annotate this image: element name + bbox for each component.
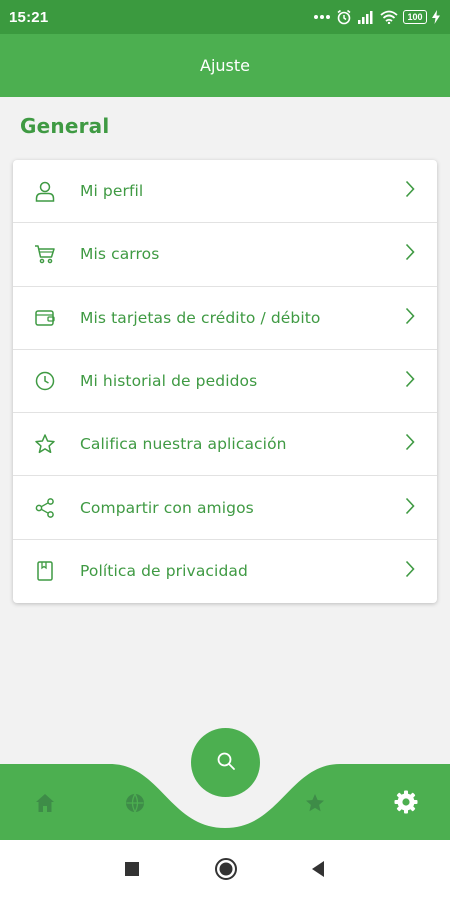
status-bar: 15:21 100	[0, 0, 450, 34]
menu-item-order-history[interactable]: Mi historial de pedidos	[13, 350, 437, 414]
system-nav-bar	[0, 840, 450, 900]
alarm-icon	[336, 9, 352, 25]
back-triangle-icon	[310, 860, 326, 882]
section-title: General	[20, 114, 110, 138]
wifi-icon	[380, 10, 398, 24]
menu-item-privacy[interactable]: Política de privacidad	[13, 540, 437, 603]
menu-item-label: Mis tarjetas de crédito / débito	[80, 308, 321, 327]
circle-icon	[214, 857, 238, 885]
menu-item-label: Mi perfil	[80, 182, 144, 201]
menu-item-share[interactable]: Compartir con amigos	[13, 476, 437, 540]
settings-icon	[393, 789, 419, 819]
search-button[interactable]	[191, 728, 260, 797]
battery-icon: 100	[403, 10, 427, 24]
star-icon	[33, 432, 57, 456]
search-icon	[215, 750, 237, 776]
chevron-right-icon	[405, 560, 415, 582]
nav-settings[interactable]	[390, 788, 422, 820]
square-icon	[124, 861, 140, 881]
cart-icon	[33, 242, 57, 266]
dots-icon	[313, 14, 331, 20]
globe-icon	[124, 792, 146, 818]
clock-icon	[33, 369, 57, 393]
wallet-icon	[33, 306, 57, 330]
back-button[interactable]	[304, 857, 332, 885]
document-icon	[33, 559, 57, 583]
home-button[interactable]	[211, 856, 241, 886]
status-icons: 100	[313, 9, 440, 25]
chevron-right-icon	[405, 370, 415, 392]
menu-item-profile[interactable]: Mi perfil	[13, 160, 437, 224]
status-time: 15:21	[9, 8, 49, 26]
menu-item-label: Califica nuestra aplicación	[80, 435, 287, 454]
menu-item-label: Política de privacidad	[80, 562, 248, 581]
nav-globe[interactable]	[120, 790, 150, 820]
recents-button[interactable]	[118, 857, 146, 885]
signal-icon	[357, 10, 375, 24]
page-title: Ajuste	[200, 56, 250, 75]
favorites-icon	[304, 792, 326, 818]
share-icon	[33, 496, 57, 520]
home-icon	[34, 792, 56, 818]
settings-menu: Mi perfil Mis carros Mis tarjetas de cré…	[13, 160, 437, 603]
menu-item-rate-app[interactable]: Califica nuestra aplicación	[13, 413, 437, 477]
chevron-right-icon	[405, 433, 415, 455]
menu-item-label: Compartir con amigos	[80, 498, 254, 517]
menu-item-cars[interactable]: Mis carros	[13, 223, 437, 287]
app-bar: Ajuste	[0, 34, 450, 97]
chevron-right-icon	[405, 243, 415, 265]
menu-item-label: Mis carros	[80, 245, 160, 264]
chevron-right-icon	[405, 497, 415, 519]
nav-home[interactable]	[30, 790, 60, 820]
menu-item-label: Mi historial de pedidos	[80, 372, 258, 391]
menu-item-cards[interactable]: Mis tarjetas de crédito / débito	[13, 287, 437, 350]
chevron-right-icon	[405, 307, 415, 329]
nav-favorites[interactable]	[300, 790, 330, 820]
chevron-right-icon	[405, 180, 415, 202]
user-icon	[33, 179, 57, 203]
charging-icon	[432, 10, 440, 24]
